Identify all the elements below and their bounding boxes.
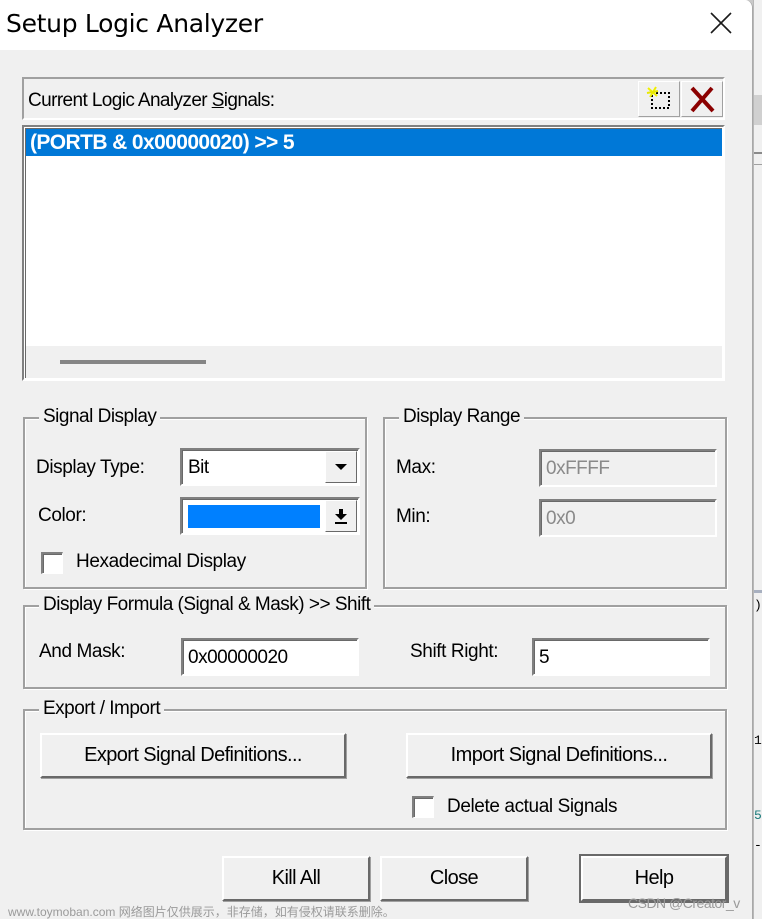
new-signal-icon (646, 86, 670, 109)
and-mask-input[interactable]: 0x00000020 (181, 638, 359, 676)
max-label: Max: (396, 457, 436, 478)
shift-right-input[interactable]: 5 (532, 638, 710, 676)
background-divider (754, 152, 762, 154)
min-field[interactable]: 0x0 (539, 499, 717, 537)
color-swatch (188, 505, 320, 528)
scrollbar-thumb[interactable] (60, 360, 206, 364)
export-import-group: Export / Import Export Signal Definition… (23, 698, 727, 830)
signal-list-item[interactable]: (PORTB & 0x00000020) >> 5 (26, 129, 722, 156)
arrow-down-bar-icon (335, 509, 347, 524)
background-text: )- (754, 598, 762, 613)
setup-logic-analyzer-dialog: Setup Logic Analyzer Current Logic Analy… (0, 0, 753, 919)
display-type-dropdown-button[interactable] (325, 451, 357, 483)
display-range-title: Display Range (399, 406, 525, 428)
background-text: 5: (754, 808, 762, 823)
watermark-left: www.toymoban.com 网络图片仅供展示，非存储，如有侵权请联系删除。 (8, 905, 395, 919)
color-label: Color: (38, 505, 87, 526)
min-label: Min: (396, 506, 431, 527)
shift-right-label: Shift Right: (410, 641, 499, 662)
signals-header: Current Logic Analyzer Signals: (22, 77, 725, 120)
watermark-right: CSDN @Creator_v (628, 895, 740, 911)
chevron-down-icon (335, 464, 347, 470)
title-bar: Setup Logic Analyzer (0, 0, 752, 50)
display-type-value: Bit (188, 457, 209, 478)
background-scrollbar-segment (754, 95, 762, 125)
display-type-label: Display Type: (36, 457, 145, 478)
display-type-select[interactable]: Bit (180, 448, 360, 486)
close-button[interactable]: Close (380, 856, 528, 901)
close-window-button[interactable] (704, 6, 738, 40)
signal-display-title: Signal Display (39, 406, 161, 428)
signals-list-body: (PORTB & 0x00000020) >> 5 (25, 128, 722, 378)
export-import-title: Export / Import (39, 698, 165, 720)
display-formula-title: Display Formula (Signal & Mask) >> Shift (39, 594, 375, 616)
horizontal-scrollbar[interactable] (26, 346, 722, 378)
color-picker[interactable] (180, 497, 360, 535)
hexadecimal-display-checkbox[interactable] (41, 552, 63, 574)
new-signal-button[interactable] (638, 81, 680, 117)
and-mask-label: And Mask: (39, 641, 126, 662)
signals-label: Current Logic Analyzer Signals: (28, 90, 275, 111)
max-field[interactable]: 0xFFFF (539, 449, 717, 487)
delete-actual-signals-checkbox[interactable] (412, 796, 434, 818)
background-text: - (754, 838, 762, 853)
background-window-edge: )- 1] 5: - (753, 0, 762, 919)
background-text: 1] (754, 733, 762, 748)
background-divider (754, 164, 762, 165)
display-formula-group: Display Formula (Signal & Mask) >> Shift… (23, 594, 727, 689)
delete-signal-icon (690, 86, 715, 113)
close-x-icon (710, 12, 732, 34)
import-signal-definitions-button[interactable]: Import Signal Definitions... (406, 733, 712, 778)
export-signal-definitions-button[interactable]: Export Signal Definitions... (40, 733, 346, 778)
delete-signal-button[interactable] (681, 81, 723, 117)
window-title: Setup Logic Analyzer (6, 9, 263, 38)
background-divider (754, 590, 762, 593)
hexadecimal-display-label: Hexadecimal Display (76, 551, 246, 572)
signal-display-group: Signal Display Display Type: Bit Color: … (23, 406, 367, 589)
signals-list[interactable]: (PORTB & 0x00000020) >> 5 (22, 125, 725, 381)
display-range-group: Display Range Max: 0xFFFF Min: 0x0 (383, 406, 727, 589)
kill-all-button[interactable]: Kill All (222, 856, 370, 901)
delete-actual-signals-label: Delete actual Signals (447, 796, 618, 817)
color-dropdown-button[interactable] (325, 500, 357, 532)
